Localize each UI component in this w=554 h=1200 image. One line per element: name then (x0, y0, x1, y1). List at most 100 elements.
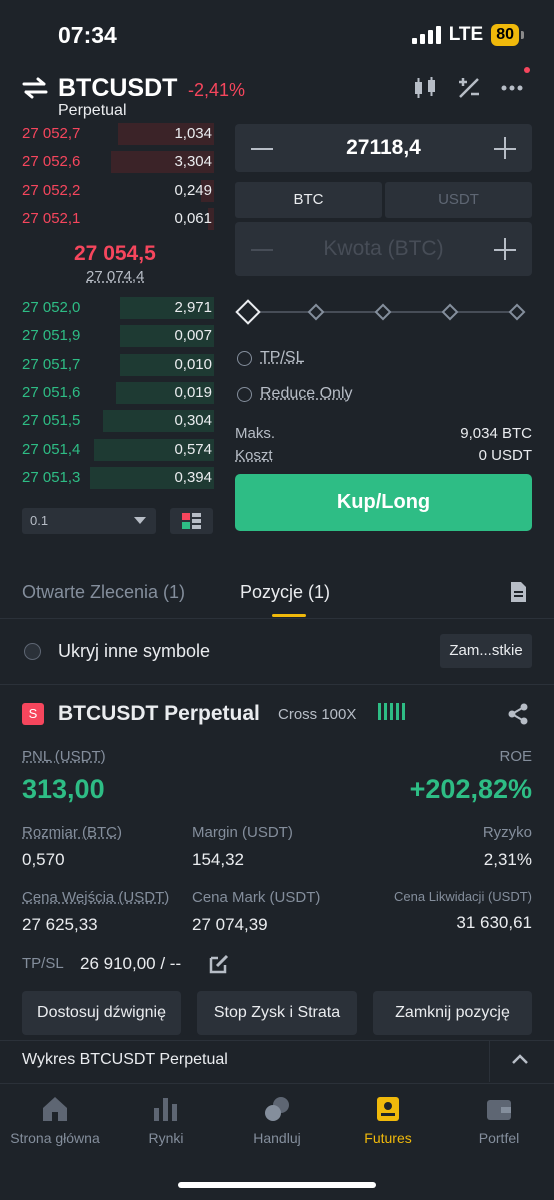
nav-futures[interactable]: Futures (333, 1094, 443, 1146)
buy-long-button[interactable]: Kup/Long (235, 474, 532, 531)
pnl-label: PNL (USDT) (22, 748, 106, 765)
chevron-down-icon (134, 517, 146, 524)
notification-dot (524, 67, 530, 73)
risk-label: Ryzyko (482, 824, 532, 841)
document-icon[interactable] (508, 581, 528, 603)
tpsl-label[interactable]: TP/SL (260, 349, 304, 367)
slider-step-75[interactable] (441, 303, 459, 321)
amount-field[interactable]: Kwota (BTC) (235, 222, 532, 276)
unit-usdt-button[interactable]: USDT (385, 182, 532, 218)
amount-minus-icon[interactable] (251, 249, 273, 251)
network-type: LTE (448, 24, 484, 45)
pair-title[interactable]: BTCUSDT (58, 74, 177, 103)
nav-home[interactable]: Strona główna (0, 1094, 110, 1146)
battery-tip (521, 31, 524, 39)
nav-markets[interactable]: Rynki (111, 1094, 221, 1146)
futures-icon (377, 1097, 399, 1121)
mark-price-label: Cena Mark (USDT) (192, 889, 321, 906)
trade-icon (265, 1097, 289, 1121)
size-label: Rozmiar (BTC) (22, 824, 122, 841)
edit-icon[interactable] (209, 953, 230, 974)
price-minus-icon[interactable] (251, 148, 273, 150)
nav-trade-label: Handluj (253, 1130, 301, 1146)
bid-row[interactable]: 27 051,7 0,010 (0, 353, 214, 376)
entry-price-label: Cena Wejścia (USDT) (22, 889, 170, 906)
close-all-button[interactable]: Zam...stkie (440, 634, 532, 668)
unit-btc-button[interactable]: BTC (235, 182, 382, 218)
bid-row[interactable]: 27 051,9 0,007 (0, 325, 214, 348)
slider-step-25[interactable] (307, 303, 325, 321)
wallet-icon (487, 1100, 511, 1120)
amount-input[interactable]: Kwota (BTC) (235, 237, 532, 261)
tab-positions[interactable]: Pozycje (1) (240, 582, 330, 603)
tpsl-position-value: 26 910,00 / -- (80, 954, 182, 973)
more-icon[interactable] (500, 76, 524, 100)
stop-profit-loss-button[interactable]: Stop Zysk i Strata (197, 991, 357, 1035)
ask-qty: 0,249 (174, 181, 212, 199)
ask-row[interactable]: 27 052,7 1,034 (0, 123, 214, 145)
adjust-leverage-button[interactable]: Dostosuj dźwignię (22, 991, 181, 1035)
tpsl-radio[interactable] (237, 351, 252, 366)
max-label: Maks. (235, 425, 276, 442)
risk-value: 2,31% (483, 850, 532, 869)
nav-wallet[interactable]: Portfel (444, 1094, 554, 1146)
chart-toggle[interactable] (489, 1040, 554, 1082)
hide-other-symbols-radio[interactable] (24, 643, 41, 660)
max-value: 9,034 BTC (460, 425, 532, 442)
bid-row[interactable]: 27 051,6 0,019 (0, 381, 214, 404)
swap-icon[interactable] (22, 77, 48, 99)
ask-row[interactable]: 27 052,6 3,304 (0, 151, 214, 174)
position-symbol[interactable]: BTCUSDT Perpetual (58, 702, 260, 726)
bid-price: 27 051,6 (22, 383, 81, 401)
price-field[interactable]: 27118,4 (235, 124, 532, 172)
ask-price: 27 052,7 (22, 125, 81, 142)
liq-price-value: 31 630,61 (456, 913, 532, 932)
candlestick-icon[interactable] (412, 76, 440, 100)
price-input[interactable]: 27118,4 (235, 136, 532, 160)
bid-qty: 0,019 (174, 383, 212, 401)
orderbook-view-toggle[interactable] (170, 508, 213, 534)
bid-qty: 0,574 (174, 440, 212, 458)
tabs-divider (0, 618, 554, 619)
status-indicators: LTE 80 (411, 24, 524, 46)
slider-step-50[interactable] (374, 303, 392, 321)
reduce-only-label[interactable]: Reduce Only (260, 385, 353, 403)
mark-price-value: 27 074,39 (192, 915, 268, 934)
pnl-value: 313,00 (22, 774, 105, 804)
short-badge: S (22, 703, 44, 725)
bid-price: 27 052,0 (22, 299, 81, 316)
chart-divider (0, 1040, 554, 1041)
size-value: 0,570 (22, 850, 65, 869)
bid-qty: 0,304 (174, 412, 212, 430)
pair-change: -2,41% (188, 80, 246, 100)
ask-row[interactable]: 27 052,1 0,061 (0, 207, 214, 230)
amount-plus-icon-v (504, 238, 506, 260)
active-tab-indicator (272, 614, 306, 617)
cost-value: 0 USDT (478, 447, 532, 464)
reduce-only-radio[interactable] (237, 387, 252, 402)
close-position-button[interactable]: Zamknij pozycję (373, 991, 532, 1035)
nav-wallet-label: Portfel (478, 1130, 520, 1146)
ask-price: 27 052,2 (22, 181, 81, 199)
calculator-icon[interactable] (457, 76, 481, 100)
tab-open-orders[interactable]: Otwarte Zlecenia (1) (22, 582, 185, 603)
ask-qty: 0,061 (174, 209, 212, 227)
signal-icon (411, 26, 441, 44)
ask-row[interactable]: 27 052,2 0,249 (0, 179, 214, 202)
bid-row[interactable]: 27 051,5 0,304 (0, 410, 214, 433)
margin-label: Margin (USDT) (192, 824, 293, 841)
ask-price: 27 052,6 (22, 153, 81, 171)
depth-step-select[interactable]: 0.1 (22, 508, 156, 534)
bid-row[interactable]: 27 052,0 2,971 (0, 297, 214, 319)
chart-link[interactable]: Wykres BTCUSDT Perpetual (22, 1051, 228, 1069)
slider-handle[interactable] (235, 299, 261, 325)
nav-trade[interactable]: Handluj (222, 1094, 332, 1146)
bid-row[interactable]: 27 051,4 0,574 (0, 438, 214, 461)
hide-other-symbols-label[interactable]: Ukryj inne symbole (58, 641, 210, 662)
share-icon[interactable] (507, 703, 529, 725)
contract-type: Perpetual (58, 102, 127, 119)
ask-price: 27 052,1 (22, 209, 81, 227)
slider-step-100[interactable] (508, 303, 526, 321)
bid-row[interactable]: 27 051,3 0,394 (0, 466, 214, 489)
orderbook-layout-icon (182, 513, 201, 529)
